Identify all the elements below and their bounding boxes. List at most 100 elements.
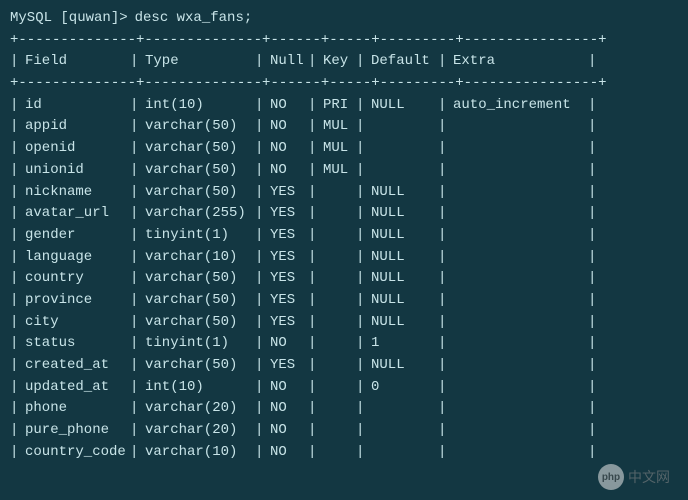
col-header-field: Field [25,51,130,73]
table-divider-top: +--------------+--------------+------+--… [10,30,678,52]
cell-type: varchar(50) [145,116,255,138]
cell-default [371,160,438,182]
cell-type: varchar(50) [145,290,255,312]
cell-type: varchar(50) [145,182,255,204]
cell-null: YES [270,312,308,334]
cell-type: varchar(20) [145,398,255,420]
prompt-prefix: MySQL [quwan]> [10,8,128,30]
cell-default: NULL [371,203,438,225]
cell-field: nickname [25,182,130,204]
cell-type: varchar(20) [145,420,255,442]
table-row: |pure_phone|varchar(20)|NO|||| [10,420,678,442]
cell-default [371,442,438,464]
cell-extra [453,420,588,442]
cell-extra [453,377,588,399]
cell-default [371,138,438,160]
cell-default: NULL [371,268,438,290]
sql-command: desc wxa_fans; [135,8,253,30]
cell-default: NULL [371,290,438,312]
cell-key [323,312,356,334]
cell-default: NULL [371,182,438,204]
cell-type: varchar(10) [145,247,255,269]
cell-null: YES [270,268,308,290]
cell-extra [453,203,588,225]
cell-extra [453,268,588,290]
cell-field: updated_at [25,377,130,399]
cell-field: province [25,290,130,312]
cell-null: NO [270,398,308,420]
cell-key: PRI [323,95,356,117]
table-row: |phone|varchar(20)|NO|||| [10,398,678,420]
cell-key: MUL [323,116,356,138]
prompt-line: MySQL [quwan]> desc wxa_fans; [10,8,678,30]
cell-key [323,420,356,442]
table-row: |updated_at|int(10)|NO||0|| [10,377,678,399]
cell-field: id [25,95,130,117]
cell-type: tinyint(1) [145,333,255,355]
cell-extra [453,442,588,464]
col-header-null: Null [270,51,308,73]
cell-type: varchar(50) [145,160,255,182]
table-row: |appid|varchar(50)|NO|MUL||| [10,116,678,138]
cell-key [323,290,356,312]
cell-field: pure_phone [25,420,130,442]
cell-extra [453,355,588,377]
php-logo-icon: php [598,464,624,490]
cell-null: NO [270,377,308,399]
cell-null: NO [270,420,308,442]
cell-key [323,268,356,290]
table-row: |country_code|varchar(10)|NO|||| [10,442,678,464]
cell-null: NO [270,160,308,182]
table-body: |id|int(10)|NO|PRI|NULL|auto_increment||… [10,95,678,464]
watermark: php 中文网 [598,464,670,490]
table-row: |created_at|varchar(50)|YES||NULL|| [10,355,678,377]
cell-null: YES [270,182,308,204]
cell-extra [453,398,588,420]
cell-type: int(10) [145,95,255,117]
cell-key [323,398,356,420]
watermark-text: 中文网 [628,467,670,487]
cell-type: varchar(50) [145,312,255,334]
cell-key: MUL [323,138,356,160]
cell-extra [453,247,588,269]
cell-extra: auto_increment [453,95,588,117]
cell-extra [453,138,588,160]
cell-extra [453,312,588,334]
cell-type: tinyint(1) [145,225,255,247]
cell-field: appid [25,116,130,138]
cell-field: country_code [25,442,130,464]
cell-field: status [25,333,130,355]
cell-key [323,377,356,399]
mysql-terminal: MySQL [quwan]> desc wxa_fans; +---------… [0,0,688,463]
cell-default: 0 [371,377,438,399]
cell-type: varchar(10) [145,442,255,464]
table-row: |id|int(10)|NO|PRI|NULL|auto_increment| [10,95,678,117]
cell-key: MUL [323,160,356,182]
table-row: |province|varchar(50)|YES||NULL|| [10,290,678,312]
cell-field: language [25,247,130,269]
cell-null: NO [270,442,308,464]
cell-default: NULL [371,312,438,334]
cell-default [371,398,438,420]
cell-field: unionid [25,160,130,182]
table-row: |country|varchar(50)|YES||NULL|| [10,268,678,290]
cell-key [323,355,356,377]
cell-key [323,247,356,269]
cell-null: YES [270,247,308,269]
table-row: |language|varchar(10)|YES||NULL|| [10,247,678,269]
table-row: |nickname|varchar(50)|YES||NULL|| [10,182,678,204]
cell-field: country [25,268,130,290]
cell-key [323,442,356,464]
cell-null: YES [270,290,308,312]
table-row: |city|varchar(50)|YES||NULL|| [10,312,678,334]
cell-type: int(10) [145,377,255,399]
cell-type: varchar(50) [145,138,255,160]
cell-field: phone [25,398,130,420]
cell-field: created_at [25,355,130,377]
cell-default: 1 [371,333,438,355]
cell-default [371,420,438,442]
col-header-default: Default [371,51,438,73]
cell-key [323,203,356,225]
table-row: |avatar_url|varchar(255)|YES||NULL|| [10,203,678,225]
cell-null: NO [270,95,308,117]
